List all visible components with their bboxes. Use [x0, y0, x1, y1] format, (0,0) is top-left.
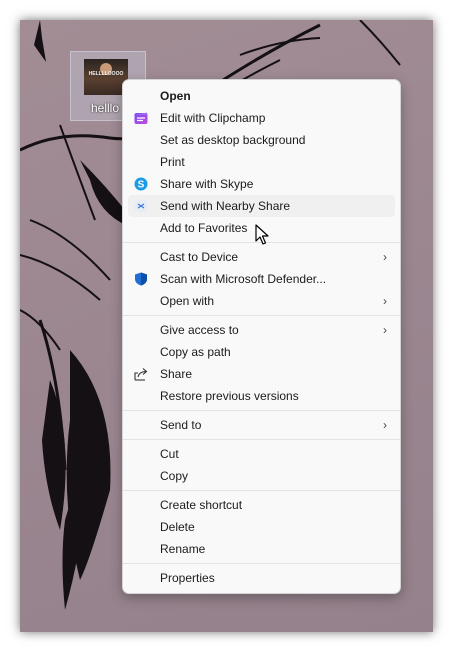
menu-item-label: Edit with Clipchamp: [160, 111, 266, 125]
thumbnail-text: HELLLLOOOO: [88, 71, 124, 77]
menu-item-label: Share: [160, 367, 193, 381]
menu-item-copy-as-path[interactable]: Copy as path: [128, 341, 395, 363]
menu-item-label: Cut: [160, 447, 179, 461]
menu-item-send-to[interactable]: Send to ›: [128, 414, 395, 436]
menu-item-label: Set as desktop background: [160, 133, 306, 147]
chevron-right-icon: ›: [383, 323, 387, 337]
menu-item-label: Restore previous versions: [160, 389, 299, 403]
menu-item-open-with[interactable]: Open with ›: [128, 290, 395, 312]
menu-item-send-with-nearby-share[interactable]: Send with Nearby Share: [128, 195, 395, 217]
share-icon: [134, 367, 148, 381]
chevron-right-icon: ›: [383, 418, 387, 432]
menu-item-properties[interactable]: Properties: [128, 567, 395, 589]
skype-icon: S: [134, 177, 148, 191]
menu-item-label: Add to Favorites: [160, 221, 248, 235]
menu-item-label: Delete: [160, 520, 195, 534]
menu-item-open[interactable]: Open: [128, 85, 395, 107]
menu-item-rename[interactable]: Rename: [128, 538, 395, 560]
chevron-right-icon: ›: [383, 250, 387, 264]
menu-separator: [123, 490, 400, 491]
menu-item-print[interactable]: Print: [128, 151, 395, 173]
menu-item-delete[interactable]: Delete: [128, 516, 395, 538]
mouse-cursor-icon: [255, 224, 269, 245]
context-menu: Open Edit with Clipchamp Set as desktop ba…: [122, 79, 401, 594]
menu-item-label: Give access to: [160, 323, 239, 337]
menu-item-label: Copy as path: [160, 345, 231, 359]
menu-item-label: Cast to Device: [160, 250, 239, 264]
menu-separator: [123, 315, 400, 316]
menu-item-label: Send to: [160, 418, 202, 432]
menu-item-cut[interactable]: Cut: [128, 443, 395, 465]
nearby-share-icon: [134, 199, 148, 213]
menu-item-set-as-desktop-background[interactable]: Set as desktop background: [128, 129, 395, 151]
menu-item-scan-with-microsoft-defender[interactable]: Scan with Microsoft Defender...: [128, 268, 395, 290]
menu-item-label: Scan with Microsoft Defender...: [160, 272, 327, 286]
menu-item-give-access-to[interactable]: Give access to ›: [128, 319, 395, 341]
menu-item-share-with-skype[interactable]: S Share with Skype: [128, 173, 395, 195]
clipchamp-icon: [134, 111, 148, 125]
menu-item-label: Open with: [160, 294, 215, 308]
menu-item-label: Copy: [160, 469, 189, 483]
chevron-right-icon: ›: [383, 294, 387, 308]
menu-item-copy[interactable]: Copy: [128, 465, 395, 487]
menu-item-cast-to-device[interactable]: Cast to Device ›: [128, 246, 395, 268]
menu-item-label: Open: [160, 89, 191, 103]
svg-text:S: S: [138, 180, 145, 191]
menu-separator: [123, 439, 400, 440]
menu-item-label: Share with Skype: [160, 177, 254, 191]
menu-item-label: Send with Nearby Share: [160, 199, 291, 213]
menu-separator: [123, 410, 400, 411]
menu-item-label: Create shortcut: [160, 498, 243, 512]
menu-item-create-shortcut[interactable]: Create shortcut: [128, 494, 395, 516]
menu-item-restore-previous-versions[interactable]: Restore previous versions: [128, 385, 395, 407]
menu-item-label: Properties: [160, 571, 215, 585]
menu-item-label: Print: [160, 155, 185, 169]
defender-shield-icon: [134, 272, 148, 286]
menu-separator: [123, 563, 400, 564]
menu-item-label: Rename: [160, 542, 206, 556]
screenshot-frame: HELLLLOOOO helllo Open Edit with Clipcham…: [20, 20, 433, 632]
menu-item-edit-with-clipchamp[interactable]: Edit with Clipchamp: [128, 107, 395, 129]
menu-item-share[interactable]: Share: [128, 363, 395, 385]
